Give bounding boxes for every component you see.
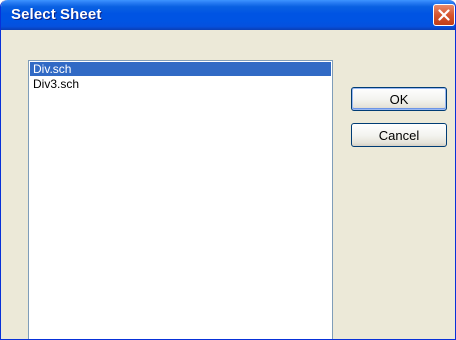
dialog-title: Select Sheet bbox=[11, 6, 102, 23]
cancel-button[interactable]: Cancel bbox=[351, 123, 447, 147]
select-sheet-dialog: Select Sheet Div.sch Div3.sch OK Cancel bbox=[0, 0, 456, 340]
close-icon bbox=[438, 9, 450, 21]
sheet-listbox[interactable]: Div.sch Div3.sch bbox=[28, 60, 333, 339]
list-item-div3-sch[interactable]: Div3.sch bbox=[30, 77, 331, 91]
ok-button[interactable]: OK bbox=[351, 87, 447, 111]
list-item-div-sch[interactable]: Div.sch bbox=[30, 62, 331, 76]
title-bar[interactable]: Select Sheet bbox=[1, 0, 455, 30]
close-button[interactable] bbox=[433, 4, 455, 26]
dialog-body: Div.sch Div3.sch OK Cancel bbox=[4, 30, 452, 339]
